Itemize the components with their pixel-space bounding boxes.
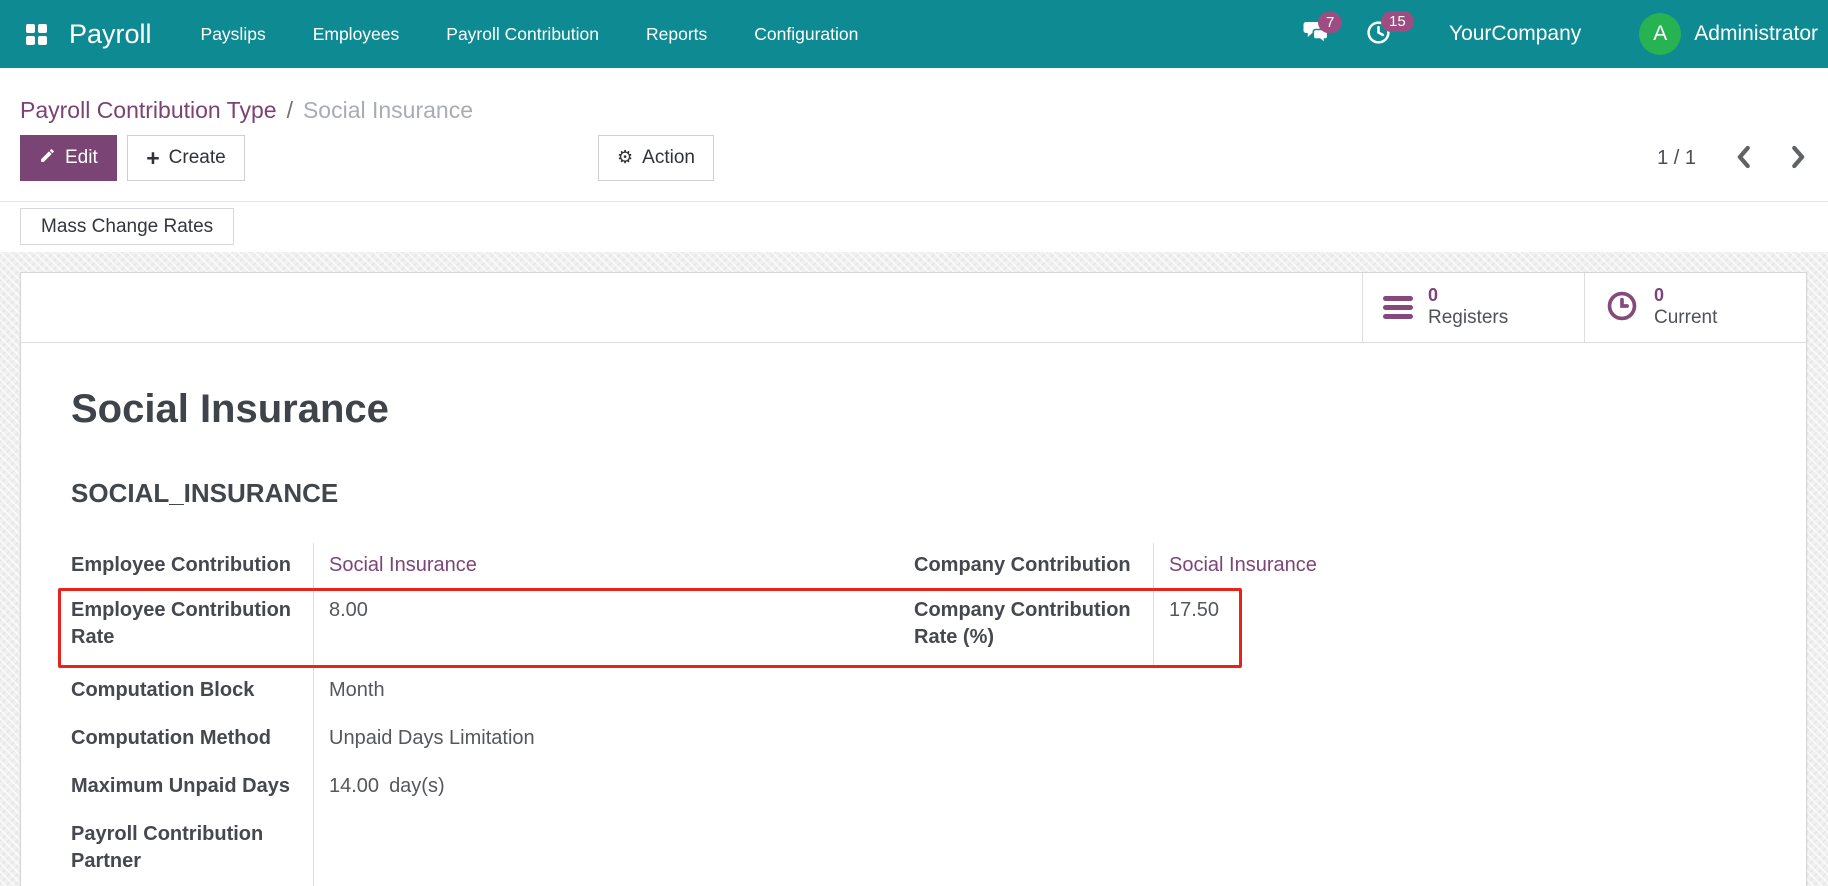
navbar-left: Payroll Payslips Employees Payroll Contr… [14,0,858,68]
app-name[interactable]: Payroll [69,19,152,50]
control-panel: Payroll Contribution Type / Social Insuran… [0,68,1828,202]
nav-item-payroll-contribution[interactable]: Payroll Contribution [446,24,599,45]
current-smart-button-text: 0 Current [1654,285,1717,329]
field-label: Computation Method [71,716,313,764]
edit-button-label: Edit [65,147,98,169]
nav-item-reports[interactable]: Reports [646,24,707,45]
user-menu[interactable]: A Administrator [1639,13,1818,55]
field-value: 8.00 [313,588,894,668]
registers-label: Registers [1428,307,1508,330]
pager-next-button[interactable] [1791,145,1806,172]
statusbar: Mass Change Rates [0,202,1828,252]
field-value: Unpaid Days Limitation [313,716,894,764]
form-sheet: 0 Registers 0 Current Social Insurance S… [20,272,1807,886]
field-label: Company Contribution Rate (%) [894,588,1153,668]
messages-button[interactable]: 7 [1303,21,1330,48]
field-value-link[interactable]: Social Insurance [313,543,894,588]
activities-badge: 15 [1381,11,1414,32]
field-value: 17.50 [1153,588,1766,668]
user-name: Administrator [1694,22,1818,46]
field-value: 14.00 day(s) [313,764,894,812]
nav-item-configuration[interactable]: Configuration [754,24,858,45]
field-label: Computation Block [71,668,313,716]
main-menu: Payslips Employees Payroll Contribution … [201,24,859,45]
field-value-unit: day(s) [389,775,445,797]
field-group-right: Company Contribution Social Insurance Co… [894,543,1766,886]
content-area: 0 Registers 0 Current Social Insurance S… [0,252,1828,886]
pencil-icon [39,147,56,170]
messages-badge: 7 [1318,12,1342,33]
apps-menu-button[interactable] [26,24,47,45]
list-bars-icon [1383,296,1413,319]
apps-grid-icon [26,24,47,45]
field-value-link[interactable]: Social Insurance [1153,543,1766,588]
sheet-body: Social Insurance SOCIAL_INSURANCE Employ… [21,343,1806,886]
registers-smart-button-text: 0 Registers [1428,285,1508,329]
current-count: 0 [1654,285,1717,307]
pager-value: 1 / 1 [1657,147,1696,170]
activities-button[interactable]: 15 [1366,20,1391,48]
create-button-label: Create [169,147,226,169]
nav-item-payslips[interactable]: Payslips [201,24,266,45]
company-switcher[interactable]: YourCompany [1449,22,1581,46]
current-smart-button[interactable]: 0 Current [1584,273,1806,342]
navbar-right: 7 15 YourCompany A Administrator [1303,13,1818,55]
field-label: Payroll Contribution Partner [71,812,313,886]
field-label: Company Contribution [894,543,1153,588]
avatar: A [1639,13,1681,55]
fields-table: Employee Contribution Social Insurance E… [71,543,1766,886]
record-code: SOCIAL_INSURANCE [71,478,1766,508]
pager: 1 / 1 [1657,135,1806,181]
clock-icon [1605,289,1639,326]
pager-previous-button[interactable] [1736,145,1751,172]
field-row-company-contribution-rate: Company Contribution Rate (%) 17.50 [894,588,1766,668]
edit-button[interactable]: Edit [20,135,117,181]
current-label: Current [1654,307,1717,330]
gear-icon: ⚙ [617,149,633,167]
action-button[interactable]: ⚙ Action [598,135,714,181]
field-label: Employee Contribution Rate [71,588,313,668]
registers-count: 0 [1428,285,1508,307]
top-navbar: Payroll Payslips Employees Payroll Contr… [0,0,1828,68]
field-row-employee-contribution: Employee Contribution Social Insurance [71,543,894,588]
chevron-left-icon [1736,145,1751,172]
field-label: Maximum Unpaid Days [71,764,313,812]
registers-smart-button[interactable]: 0 Registers [1362,273,1584,342]
field-row-computation-block: Computation Block Month [71,668,894,716]
breadcrumb-current: Social Insurance [303,97,473,123]
chat-bubbles-icon [1303,33,1330,48]
field-value-empty [313,812,894,886]
field-row-company-contribution: Company Contribution Social Insurance [894,543,1766,588]
breadcrumb-parent[interactable]: Payroll Contribution Type [20,97,277,123]
breadcrumb-separator: / [287,97,293,123]
record-title: Social Insurance [71,385,1766,433]
chevron-right-icon [1791,145,1806,172]
breadcrumb: Payroll Contribution Type / Social Insuran… [0,68,1828,126]
field-value-number: 14.00 [329,775,379,797]
field-row-payroll-contribution-partner: Payroll Contribution Partner [71,812,894,886]
mass-change-rates-button[interactable]: Mass Change Rates [20,208,234,245]
create-button[interactable]: + Create [127,135,244,181]
plus-icon: + [146,147,159,170]
field-row-employee-contribution-rate: Employee Contribution Rate 8.00 [71,588,894,668]
action-button-label: Action [642,147,695,169]
activity-clock-icon [1366,33,1391,48]
field-row-maximum-unpaid-days: Maximum Unpaid Days 14.00 day(s) [71,764,894,812]
smart-button-box: 0 Registers 0 Current [21,273,1806,343]
nav-item-employees[interactable]: Employees [313,24,400,45]
control-panel-buttons: Edit + Create ⚙ Action 1 / 1 [0,135,1828,181]
field-value: Month [313,668,894,716]
field-row-computation-method: Computation Method Unpaid Days Limitatio… [71,716,894,764]
field-label: Employee Contribution [71,543,313,588]
field-group-left: Employee Contribution Social Insurance E… [71,543,894,886]
